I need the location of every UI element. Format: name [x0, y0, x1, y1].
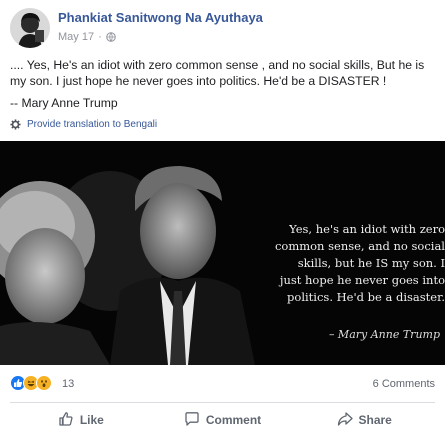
post-meta: May 17 ·: [58, 31, 116, 43]
comment-button[interactable]: Comment: [152, 403, 294, 437]
image-quote-attribution: – Mary Anne Trump: [328, 328, 440, 341]
share-icon: [337, 411, 353, 430]
post-photo[interactable]: Yes, he's an idiot with zero common sens…: [0, 141, 445, 365]
post-text: .... Yes, He's an idiot with zero common…: [10, 58, 425, 88]
image-quote: Yes, he's an idiot with zero common sens…: [245, 221, 445, 306]
like-button[interactable]: Like: [10, 403, 152, 437]
action-bar: Like Comment Share: [10, 403, 435, 437]
share-button[interactable]: Share: [293, 403, 435, 437]
globe-icon[interactable]: [105, 32, 116, 42]
reactions-bar: 13 6 Comments: [10, 375, 435, 395]
author-name[interactable]: Phankiat Sanitwong Na Ayuthaya: [58, 10, 263, 25]
translation-row[interactable]: Provide translation to Bengali: [10, 119, 157, 130]
post-header: Phankiat Sanitwong Na Ayuthaya May 17 ·: [10, 8, 435, 48]
post-date[interactable]: May 17: [58, 31, 94, 43]
quote-line: just hope he never goes into: [279, 273, 445, 287]
quote-line: skills, but he IS my son. I: [297, 256, 445, 270]
post-attribution: -- Mary Anne Trump: [10, 96, 118, 110]
comment-icon: [184, 411, 200, 430]
avatar[interactable]: [10, 8, 50, 48]
share-label: Share: [358, 413, 392, 427]
comment-label: Comment: [205, 413, 262, 427]
thumbs-up-icon: [58, 411, 74, 430]
gear-icon: [10, 119, 21, 130]
quote-line: common sense, and no social: [274, 239, 445, 253]
comments-count[interactable]: 6 Comments: [373, 378, 435, 390]
quote-line: politics. He'd be a disaster.: [287, 290, 445, 304]
post-body: .... Yes, He's an idiot with zero common…: [10, 57, 438, 111]
translation-link[interactable]: Provide translation to Bengali: [27, 119, 157, 130]
quote-line: Yes, he's an idiot with zero: [289, 222, 445, 236]
reaction-count[interactable]: 13: [62, 378, 74, 390]
like-label: Like: [79, 413, 104, 427]
meta-separator: ·: [98, 31, 102, 43]
wow-reaction-icon: [36, 375, 52, 391]
reaction-icons[interactable]: [10, 375, 52, 391]
